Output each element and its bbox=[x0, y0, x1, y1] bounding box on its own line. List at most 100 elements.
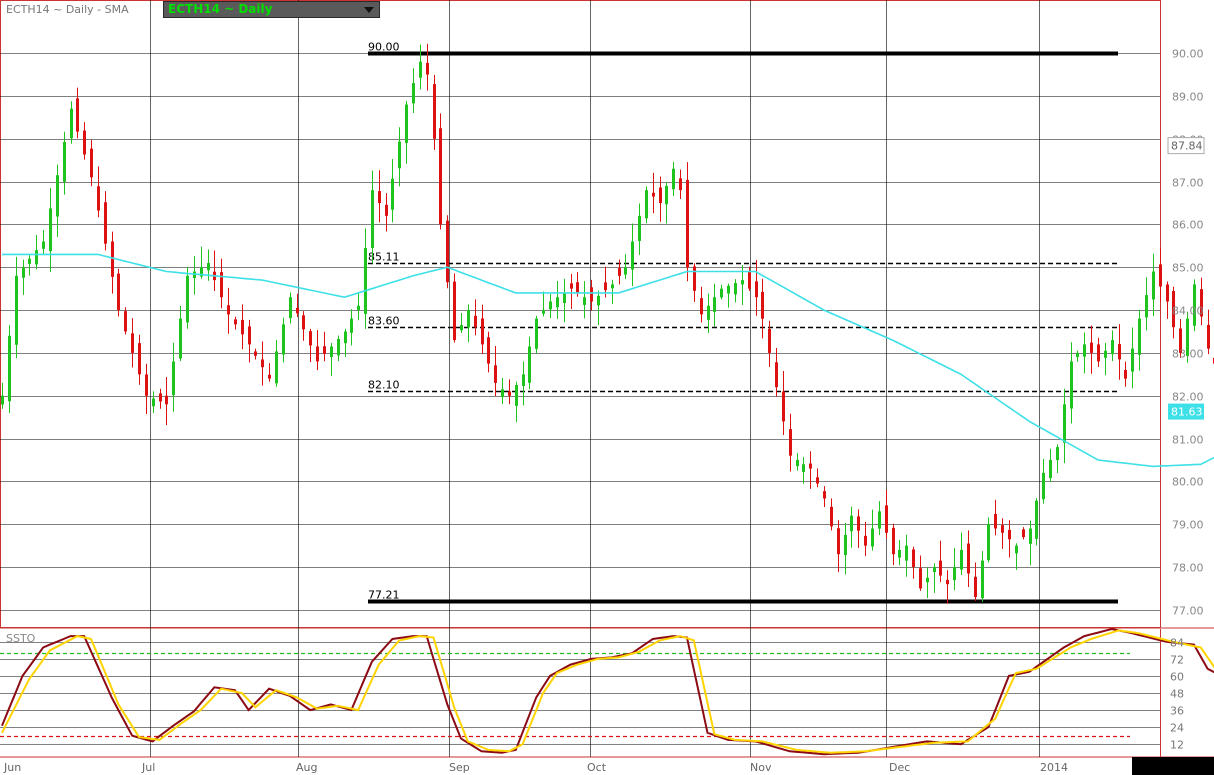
candle-body bbox=[898, 549, 901, 558]
candle-body bbox=[234, 319, 237, 325]
study-label: ECTH14 ~ Daily - SMA bbox=[6, 3, 129, 16]
candle-body bbox=[35, 250, 38, 265]
candle-body bbox=[494, 365, 497, 383]
axis-layer: 90.0089.0088.0087.0086.0085.0084.0083.00… bbox=[3, 48, 1205, 774]
x-axis-label: Sep bbox=[449, 761, 470, 774]
osc-tick-label: 84 bbox=[1170, 637, 1184, 650]
candle-body bbox=[412, 83, 415, 104]
candle-body bbox=[460, 325, 463, 331]
candle-body bbox=[70, 108, 73, 139]
price-tick-label: 82.00 bbox=[1172, 391, 1204, 404]
candle-body bbox=[1076, 352, 1079, 358]
candle-body bbox=[83, 130, 86, 155]
price-tick-label: 87.00 bbox=[1172, 177, 1204, 190]
price-tick-label: 78.00 bbox=[1172, 562, 1204, 575]
candle-body bbox=[1124, 369, 1127, 379]
candle-body bbox=[576, 282, 579, 293]
chevron-down-icon[interactable] bbox=[364, 7, 374, 13]
candle-body bbox=[111, 241, 114, 277]
candle-body bbox=[919, 568, 922, 589]
candle-body bbox=[1008, 529, 1011, 540]
x-axis-label: Jul bbox=[141, 761, 155, 774]
candle-body bbox=[275, 351, 278, 384]
candle-body bbox=[15, 275, 18, 345]
candle-body bbox=[755, 281, 758, 298]
ssto-d-line bbox=[1, 629, 1214, 754]
sma-line bbox=[2, 253, 1214, 468]
candle-body bbox=[1056, 447, 1059, 461]
level-label: 90.00 bbox=[368, 41, 400, 54]
candle-body bbox=[707, 305, 710, 320]
candle-body bbox=[316, 346, 319, 362]
candle-body bbox=[508, 391, 511, 396]
candle-body bbox=[350, 318, 353, 333]
candle-body bbox=[474, 315, 477, 328]
candle-body bbox=[741, 280, 744, 285]
candle-body bbox=[357, 305, 360, 310]
candle-body bbox=[624, 267, 627, 275]
candle-body bbox=[63, 141, 66, 182]
candle-body bbox=[344, 331, 347, 344]
candle-body bbox=[570, 283, 573, 289]
candle-body bbox=[309, 331, 312, 346]
candle-body bbox=[131, 333, 134, 353]
candle-body bbox=[864, 535, 867, 546]
candle-body bbox=[987, 524, 990, 561]
symbol-select[interactable]: ECTH14 ~ Daily bbox=[163, 1, 380, 18]
price-tick-label: 90.00 bbox=[1172, 48, 1204, 61]
price-tick-label: 79.00 bbox=[1172, 519, 1204, 532]
candle-body bbox=[878, 511, 881, 529]
candle-body bbox=[618, 268, 621, 276]
candle-body bbox=[892, 527, 895, 555]
candle-body bbox=[946, 579, 949, 585]
candle-body bbox=[467, 310, 470, 328]
candle-body bbox=[939, 560, 942, 576]
level-label: 83.60 bbox=[368, 315, 400, 328]
symbol-select-value: ECTH14 ~ Daily bbox=[168, 2, 273, 16]
candle-body bbox=[727, 285, 730, 294]
candle-body bbox=[1001, 525, 1004, 533]
candle-body bbox=[809, 463, 812, 469]
corner-box bbox=[1132, 757, 1214, 775]
candle-body bbox=[1145, 295, 1148, 318]
price-frame bbox=[0, 0, 1161, 628]
candle-body bbox=[761, 291, 764, 319]
candle-body bbox=[117, 273, 120, 311]
candle-body bbox=[337, 338, 340, 356]
candle-body bbox=[186, 275, 189, 323]
candle-body bbox=[837, 528, 840, 555]
candle-body bbox=[823, 491, 826, 499]
candle-body bbox=[720, 288, 723, 298]
candle-body bbox=[933, 567, 936, 573]
candle-body bbox=[439, 128, 442, 225]
candle-body bbox=[974, 576, 977, 598]
candle-body bbox=[1015, 545, 1018, 554]
candle-body bbox=[590, 287, 593, 302]
osc-tick-label: 36 bbox=[1170, 705, 1184, 718]
candle-body bbox=[282, 324, 285, 355]
x-axis-label: Oct bbox=[587, 761, 607, 774]
candle-body bbox=[1035, 500, 1038, 539]
sma-price-label: 81.63 bbox=[1171, 406, 1203, 419]
candle-body bbox=[638, 215, 641, 241]
candle-body bbox=[172, 361, 175, 396]
candle-body bbox=[56, 175, 59, 217]
candle-body bbox=[22, 267, 25, 278]
candle-body bbox=[912, 549, 915, 568]
candle-body bbox=[1097, 344, 1100, 362]
candle-body bbox=[1111, 340, 1114, 355]
candle-body bbox=[76, 98, 79, 132]
candle-body bbox=[871, 528, 874, 547]
candle-body bbox=[289, 297, 292, 319]
candle-body bbox=[528, 346, 531, 383]
candle-body bbox=[734, 282, 737, 295]
candle-body bbox=[1207, 324, 1210, 349]
candle-body bbox=[419, 61, 422, 78]
candle-body bbox=[679, 178, 682, 191]
candle-body bbox=[398, 141, 401, 169]
candle-body bbox=[159, 393, 162, 402]
candle-body bbox=[254, 351, 257, 356]
x-axis-label: Nov bbox=[750, 761, 772, 774]
candle-body bbox=[241, 319, 244, 335]
candle-body bbox=[90, 148, 93, 178]
